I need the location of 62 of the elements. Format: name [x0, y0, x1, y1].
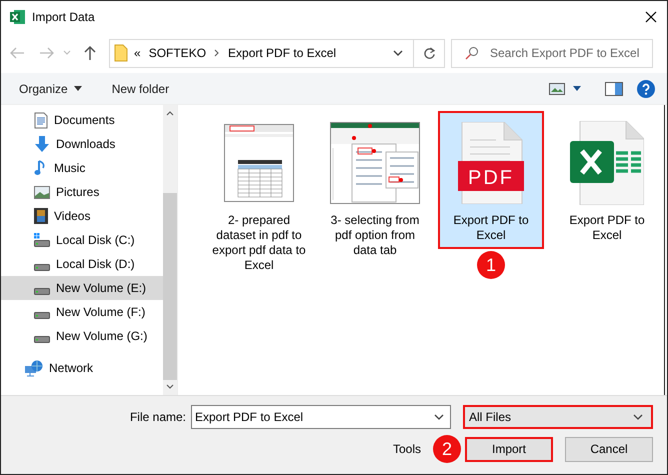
system-drive-icon — [34, 233, 50, 247]
file-name-label: File name: — [130, 410, 186, 424]
file-type-dropdown[interactable]: All Files — [463, 405, 653, 429]
preview-pane-icon[interactable] — [605, 82, 623, 96]
sidebar-item[interactable]: Local Disk (C:) — [1, 228, 163, 252]
up-arrow-icon[interactable] — [83, 45, 97, 61]
film-strip-icon — [34, 208, 48, 224]
drive-icon — [34, 288, 50, 294]
file-item[interactable]: Export PDF to Excel — [554, 111, 660, 249]
sidebar-item[interactable]: Videos — [1, 204, 163, 228]
tools-menu[interactable]: Tools — [392, 442, 421, 456]
step-marker: 2 — [433, 435, 461, 463]
sidebar-item[interactable]: New Volume (F:) — [1, 300, 163, 324]
file-name-field[interactable]: Export PDF to Excel — [191, 405, 451, 429]
dialog-button[interactable]: Import — [465, 436, 553, 462]
picture-icon — [34, 186, 50, 198]
refresh-icon[interactable] — [422, 46, 436, 60]
file-item[interactable]: PDF Export PDF to Excel — [438, 111, 544, 249]
spreadsheet-app-icon — [10, 9, 26, 25]
caret-icon[interactable] — [573, 86, 581, 91]
excel-file-icon — [570, 121, 644, 205]
breadcrumb-item[interactable]: SOFTEKO — [148, 46, 206, 60]
drive-icon — [34, 264, 50, 270]
dropdown-caret-icon — [633, 414, 643, 420]
step-marker: 1 — [477, 251, 505, 279]
sidebar-item[interactable]: New Volume (E:) — [1, 276, 163, 300]
file-item[interactable]: 3- selecting from pdf option from data tab — [322, 111, 428, 264]
caret-icon — [74, 86, 82, 91]
close-icon[interactable] — [645, 11, 657, 23]
address-bar[interactable]: « SOFTEKO Export PDF to Excel — [109, 38, 445, 68]
scroll-up-icon[interactable] — [166, 111, 174, 116]
search-field[interactable]: Search Export PDF to Excel — [451, 38, 653, 68]
sidebar-item[interactable]: New Volume (G:) — [1, 324, 163, 348]
sidebar-item[interactable]: Downloads — [1, 132, 163, 156]
breadcrumb-item[interactable]: Export PDF to Excel — [228, 46, 336, 60]
sidebar-item[interactable]: Music — [1, 156, 163, 180]
file-item[interactable]: 2- prepared dataset in pdf to export pdf data to Excel — [206, 111, 312, 279]
folder-icon — [114, 44, 128, 62]
download-arrow-icon — [34, 136, 50, 152]
sidebar-item[interactable]: Documents — [1, 108, 163, 132]
sidebar-item[interactable]: Local Disk (D:) — [1, 252, 163, 276]
scroll-down-icon[interactable] — [166, 384, 174, 389]
scrollbar-thumb[interactable] — [163, 192, 177, 380]
pdf-label: PDF — [468, 167, 514, 189]
drive-icon — [34, 312, 50, 318]
search-icon — [465, 46, 479, 60]
overflow-chevron[interactable]: « — [134, 46, 141, 60]
network-globe-icon — [25, 360, 43, 376]
drive-icon — [34, 336, 50, 342]
new-folder-button[interactable]: New folder — [104, 82, 178, 96]
help-icon[interactable] — [637, 80, 655, 98]
scrollbar[interactable] — [163, 105, 177, 395]
document-icon — [34, 112, 48, 128]
dialog-button[interactable]: Cancel — [565, 436, 653, 462]
sidebar-item[interactable]: Network — [1, 356, 163, 380]
organize-menu-button[interactable]: Organize — [11, 82, 90, 96]
dropdown-caret-icon[interactable] — [393, 50, 403, 56]
dropdown-caret-icon[interactable] — [434, 414, 444, 420]
window-title: Import Data — [32, 10, 96, 24]
sidebar-item[interactable]: Pictures — [1, 180, 163, 204]
chevron-right-icon — [214, 49, 220, 57]
view-icon[interactable] — [549, 82, 565, 94]
